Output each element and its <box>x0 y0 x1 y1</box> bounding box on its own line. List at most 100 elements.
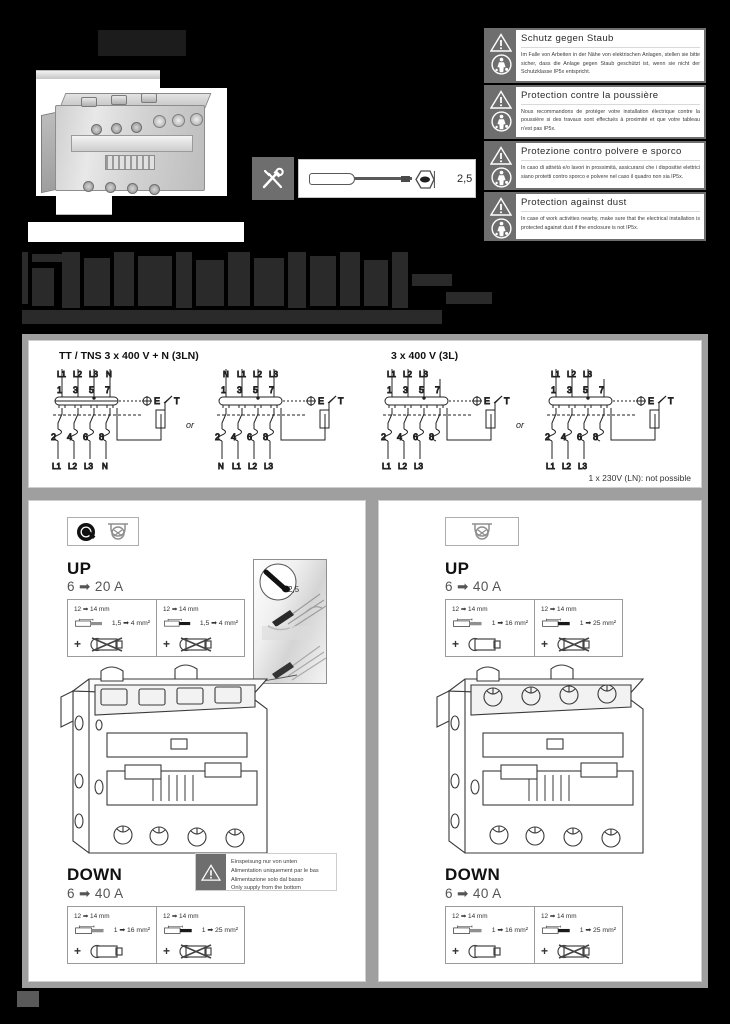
dust-protection-icon <box>490 167 512 189</box>
warning-text: In caso di attività e/o lavori in prossi… <box>521 165 700 181</box>
wire-size: 1 ➡ 25 mm² <box>579 619 616 627</box>
svg-text:T: T <box>668 396 674 406</box>
note-line-de: Einspeisung nur von unten <box>231 859 298 865</box>
wire-cell: 12 ➡ 14 mm 1,5 ➡ 4 mm² + <box>156 600 244 656</box>
svg-text:N: N <box>218 462 224 471</box>
svg-text:E: E <box>484 396 490 406</box>
wire-cell: 12 ➡ 14 mm 1 ➡ 25 mm² + <box>534 907 622 963</box>
up-range-left: 6 ➡ 20 A <box>67 579 124 594</box>
ferrule-not-allowed-icon <box>179 636 212 652</box>
plus-symbol: + <box>163 637 171 651</box>
svg-text:2: 2 <box>545 432 550 442</box>
svg-text:T: T <box>504 396 510 406</box>
warning-title: Protection against dust <box>521 197 700 213</box>
svg-text:8: 8 <box>263 432 268 442</box>
plus-symbol: + <box>452 637 460 651</box>
down-title-right: DOWN <box>445 865 501 884</box>
title-redacted <box>22 252 492 328</box>
brand-logo-redacted <box>98 30 186 56</box>
solid-wire-icon <box>542 925 570 934</box>
strip-length: 12 ➡ 14 mm <box>541 913 577 920</box>
svg-text:T: T <box>174 396 180 406</box>
svg-text:L2: L2 <box>248 462 257 471</box>
svg-text:3: 3 <box>73 385 78 395</box>
warning-title: Protezione contro polvere e sporco <box>521 146 700 162</box>
ferrule-not-allowed-icon <box>557 943 590 959</box>
wire-cell: 12 ➡ 14 mm 1 ➡ 25 mm² + <box>534 600 622 656</box>
svg-text:4: 4 <box>67 432 72 442</box>
svg-text:6: 6 <box>577 432 582 442</box>
down-range-right: 6 ➡ 40 A <box>445 886 502 901</box>
svg-text:N: N <box>106 370 112 379</box>
warning-triangle-icon <box>490 197 512 217</box>
svg-text:L3: L3 <box>84 462 93 471</box>
dust-warning-list: Schutz gegen Staub Im Falle von Arbeiten… <box>484 28 706 243</box>
strip-length: 12 ➡ 14 mm <box>74 913 110 920</box>
device-drawing-right <box>436 664 645 854</box>
warning-text: Nous recommandons de protéger votre inst… <box>521 108 700 132</box>
warning-text: In case of work activities nearby, make … <box>521 216 700 232</box>
dust-protection-icon <box>490 218 512 240</box>
cage-terminal-icon <box>472 522 492 540</box>
svg-text:L2: L2 <box>398 462 407 471</box>
up-wire-spec-left: 12 ➡ 14 mm 1,5 ➡ 4 mm² + 12 ➡ 14 mm 1,5 … <box>67 599 245 657</box>
svg-text:2: 2 <box>51 432 56 442</box>
svg-text:L2: L2 <box>68 462 77 471</box>
product-photo <box>33 83 245 211</box>
svg-text:6: 6 <box>83 432 88 442</box>
terminal-panel-right: UP 6 ➡ 40 A 12 ➡ 14 mm 1 ➡ 16 mm² + 12 ➡… <box>372 494 708 988</box>
svg-text:1: 1 <box>57 385 62 395</box>
ferrule-not-allowed-icon <box>90 636 123 652</box>
product-photo-frame <box>26 70 250 215</box>
wire-cell: 12 ➡ 14 mm 1 ➡ 16 mm² + <box>446 907 534 963</box>
note-line-fr: Alimentation uniquement par le bas <box>231 867 319 874</box>
stranded-wire-icon <box>453 925 482 934</box>
svg-text:L3: L3 <box>414 462 423 471</box>
page-number-redacted <box>17 991 39 1007</box>
up-range-right: 6 ➡ 40 A <box>445 579 502 594</box>
warning-triangle-icon <box>490 89 512 109</box>
ferrule-allowed-icon <box>468 944 501 958</box>
badge-group-left <box>67 517 139 546</box>
ferrule-not-allowed-icon <box>179 943 212 959</box>
wire-cell: 12 ➡ 14 mm 1,5 ➡ 4 mm² + <box>68 600 156 656</box>
strip-length: 12 ➡ 14 mm <box>163 913 199 920</box>
svg-text:L1: L1 <box>52 462 61 471</box>
stranded-wire-icon <box>75 925 104 934</box>
warning-block-it: Protezione contro polvere e sporco In ca… <box>484 141 706 191</box>
svg-text:4: 4 <box>231 432 236 442</box>
svg-text:7: 7 <box>435 385 440 395</box>
svg-text:3: 3 <box>403 385 408 395</box>
screwdriver-size-label: 2,5 <box>457 172 473 185</box>
dust-protection-icon <box>490 54 512 75</box>
svg-text:1: 1 <box>221 385 226 395</box>
svg-text:1: 1 <box>387 385 392 395</box>
svg-text:7: 7 <box>105 385 110 395</box>
svg-text:8: 8 <box>593 432 598 442</box>
svg-text:8: 8 <box>99 432 104 442</box>
strip-length: 12 ➡ 14 mm <box>452 913 488 920</box>
svg-text:4: 4 <box>397 432 402 442</box>
note-line-it: Alimentazione solo dal basso <box>231 876 304 883</box>
svg-text:7: 7 <box>269 385 274 395</box>
down-title-left: DOWN <box>67 865 123 884</box>
svg-text:4: 4 <box>561 432 566 442</box>
svg-text:2,5: 2,5 <box>288 585 300 594</box>
svg-text:E: E <box>648 396 654 406</box>
wiring-title-left: TT / TNS 3 x 400 V + N (3LN) <box>59 350 199 362</box>
wiring-title-right: 3 x 400 V (3L) <box>391 350 459 362</box>
screwdriver-icon <box>309 169 435 189</box>
wire-size: 1 ➡ 25 mm² <box>579 926 616 934</box>
svg-text:8: 8 <box>429 432 434 442</box>
svg-text:5: 5 <box>89 385 94 395</box>
svg-text:7: 7 <box>599 385 604 395</box>
down-wire-spec-right: 12 ➡ 14 mm 1 ➡ 16 mm² + 12 ➡ 14 mm 1 ➡ 2… <box>445 906 623 964</box>
ferrule-allowed-icon <box>468 637 501 651</box>
strip-length: 12 ➡ 14 mm <box>163 606 199 613</box>
rcd-schematics: L1 L2 L3 N 1 3 5 7 E T 2 4 6 8 L1 L2 L3 … <box>51 369 675 472</box>
strip-length: 12 ➡ 14 mm <box>452 606 488 613</box>
strip-length: 12 ➡ 14 mm <box>74 606 110 613</box>
screwdriver-spec-box: 2,5 <box>298 159 476 198</box>
plus-symbol: + <box>452 944 460 958</box>
plus-symbol: + <box>163 944 171 958</box>
